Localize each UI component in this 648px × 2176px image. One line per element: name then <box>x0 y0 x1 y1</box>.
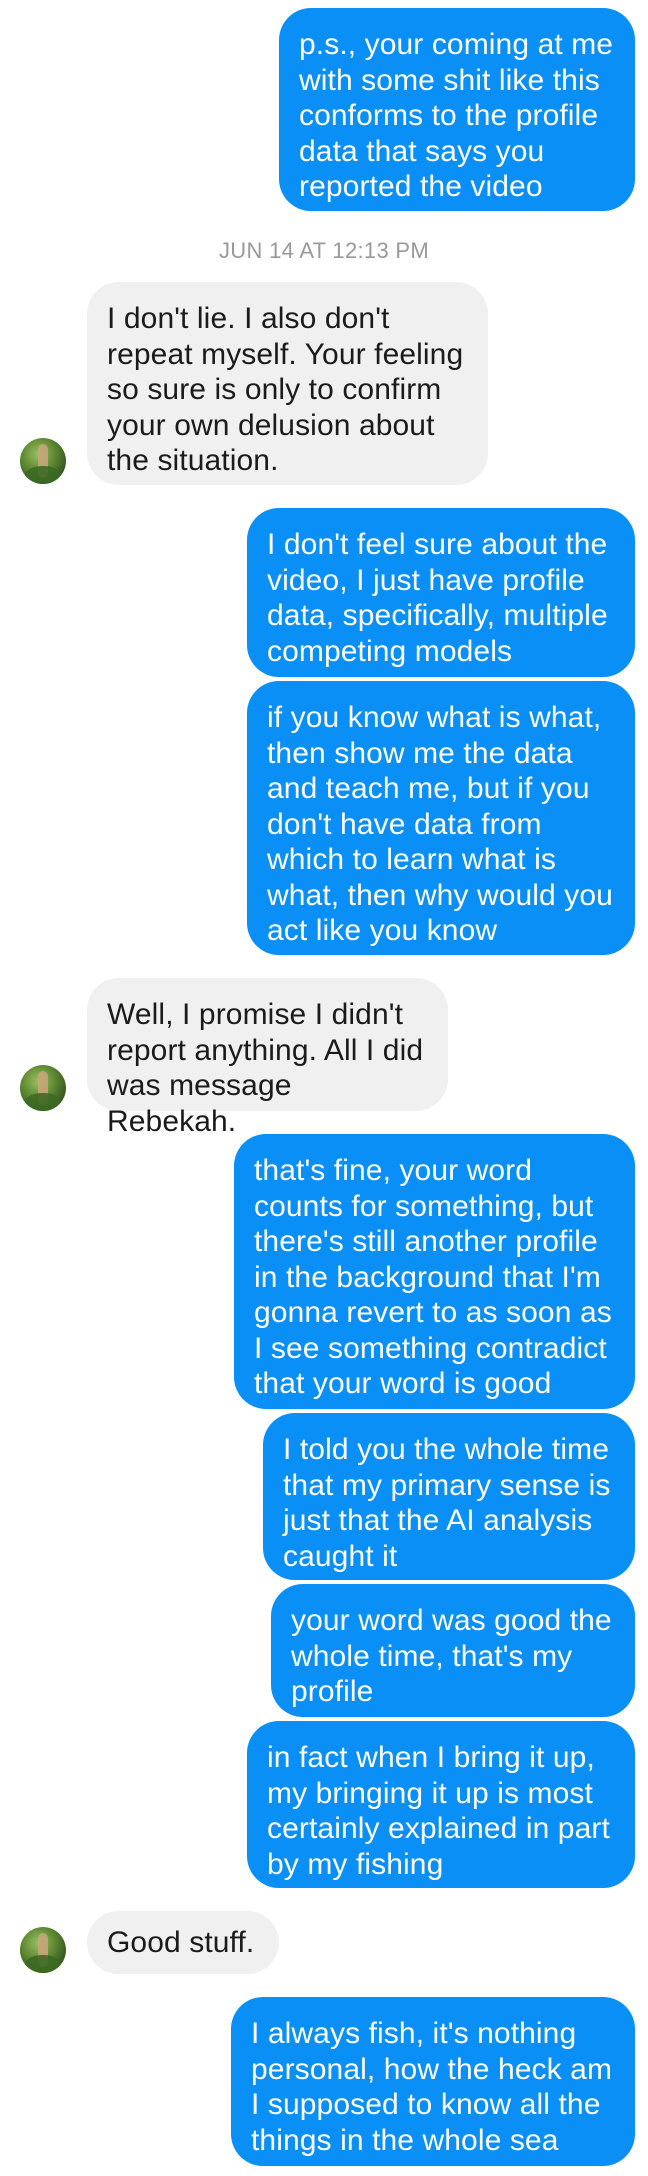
message-bubble-incoming[interactable]: Well, I promise I didn't report anything… <box>87 978 448 1138</box>
message-bubble-incoming[interactable]: Good stuff. <box>87 1911 279 1974</box>
contact-avatar[interactable] <box>20 1065 66 1111</box>
message-bubble-outgoing[interactable]: I always fish, it's nothing personal, ho… <box>231 1997 635 2166</box>
message-bubble-outgoing[interactable]: that's fine, your word counts for someth… <box>234 1134 635 1409</box>
message-bubble-outgoing[interactable]: your word was good the whole time, that'… <box>271 1584 635 1717</box>
message-bubble-outgoing[interactable]: I don't feel sure about the video, I jus… <box>247 508 635 677</box>
message-bubble-outgoing[interactable]: if you know what is what, then show me t… <box>247 681 635 955</box>
contact-avatar[interactable] <box>20 438 66 484</box>
contact-avatar[interactable] <box>20 1927 66 1973</box>
message-timestamp: JUN 14 AT 12:13 PM <box>218 238 430 263</box>
message-bubble-outgoing[interactable]: I told you the whole time that my primar… <box>263 1413 635 1580</box>
message-bubble-outgoing[interactable]: in fact when I bring it up, my bringing … <box>247 1721 635 1888</box>
message-bubble-incoming[interactable]: I don't lie. I also don't repeat myself.… <box>87 282 488 485</box>
message-bubble-outgoing[interactable]: p.s., your coming at me with some shit l… <box>279 8 635 211</box>
